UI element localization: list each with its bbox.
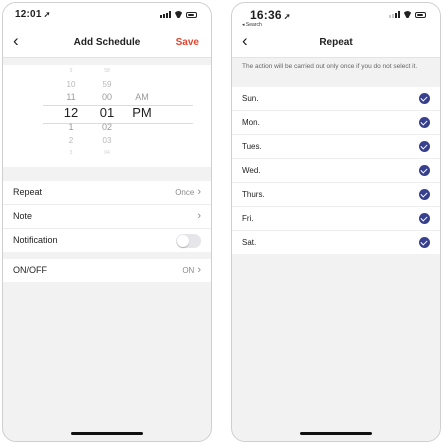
notification-label: Notification: [13, 235, 58, 245]
battery-icon: [415, 12, 426, 18]
status-icons: [160, 11, 197, 18]
hour-option[interactable]: 3: [59, 147, 83, 160]
meridiem-option: [129, 147, 155, 160]
repeat-value: Once ›: [175, 186, 201, 198]
minute-option[interactable]: 59: [95, 78, 119, 91]
wifi-icon: [403, 11, 412, 18]
hour-wheel[interactable]: 9 10 11 12 1 2 3: [59, 65, 83, 160]
nav-bar: ‹ Add Schedule Save: [3, 29, 211, 58]
status-time: 12:01 ➚: [15, 9, 51, 20]
note-value: ›: [194, 205, 201, 228]
day-row-sun[interactable]: Sun.: [232, 87, 440, 111]
hour-selected[interactable]: 12: [59, 104, 83, 121]
checkmark-icon[interactable]: [419, 237, 430, 248]
checkmark-icon[interactable]: [419, 117, 430, 128]
day-label: Thurs.: [242, 190, 265, 199]
meridiem-option: [129, 78, 155, 91]
page-title: Repeat: [319, 37, 353, 48]
status-time: 16:36 ➚: [250, 8, 291, 22]
location-arrow-icon: ➚: [43, 10, 51, 19]
notification-row: Notification: [3, 229, 211, 252]
home-indicator[interactable]: [300, 432, 372, 435]
day-label: Mon.: [242, 118, 260, 127]
meridiem-selected[interactable]: PM: [129, 104, 155, 121]
hour-option[interactable]: 9: [59, 65, 83, 78]
day-label: Fri.: [242, 214, 254, 223]
minute-option[interactable]: 00: [95, 91, 119, 104]
minute-selected[interactable]: 01: [95, 104, 119, 121]
day-row-wed[interactable]: Wed.: [232, 159, 440, 183]
meridiem-option: [129, 134, 155, 147]
onoff-label: ON/OFF: [13, 265, 47, 275]
onoff-value: ON ›: [182, 264, 201, 276]
onoff-row[interactable]: ON/OFF ON ›: [3, 259, 211, 282]
hour-option[interactable]: 10: [59, 78, 83, 91]
day-row-sat[interactable]: Sat.: [232, 231, 440, 254]
signal-icon: [160, 11, 171, 18]
repeat-label: Repeat: [13, 187, 43, 197]
status-bar: 16:36 ➚ ◂ Search: [232, 3, 440, 29]
add-schedule-screen: 12:01 ➚ ‹ Add Schedule Save 9 10 11 12 1 …: [2, 2, 212, 442]
hour-option[interactable]: 2: [59, 134, 83, 147]
note-row[interactable]: Note ›: [3, 205, 211, 229]
battery-icon: [186, 12, 197, 18]
day-label: Wed.: [242, 166, 261, 175]
minute-option[interactable]: 58: [95, 65, 119, 78]
day-row-tue[interactable]: Tues.: [232, 135, 440, 159]
minute-wheel[interactable]: 58 59 00 01 02 03 04: [95, 65, 119, 160]
status-icons: [389, 11, 426, 18]
hour-option[interactable]: 1: [59, 121, 83, 134]
minute-option[interactable]: 04: [95, 147, 119, 160]
meridiem-wheel[interactable]: AM PM: [129, 65, 155, 160]
status-bar: 12:01 ➚: [3, 3, 211, 29]
day-label: Tues.: [242, 142, 262, 151]
note-label: Note: [13, 211, 33, 221]
repeat-row[interactable]: Repeat Once ›: [3, 181, 211, 205]
day-label: Sat.: [242, 238, 257, 247]
location-arrow-icon: ➚: [283, 12, 291, 21]
checkmark-icon[interactable]: [419, 213, 430, 224]
chevron-right-icon: ›: [197, 186, 201, 198]
checkmark-icon[interactable]: [419, 189, 430, 200]
notification-toggle[interactable]: [176, 234, 201, 248]
time-picker[interactable]: 9 10 11 12 1 2 3 58 59 00 01 02 03 04 AM…: [3, 65, 211, 167]
onoff-list: ON/OFF ON ›: [3, 259, 211, 282]
repeat-hint: The action will be carried out only once…: [242, 63, 418, 70]
checkmark-icon[interactable]: [419, 165, 430, 176]
nav-bar: ‹ Repeat: [232, 29, 440, 58]
meridiem-option: [129, 65, 155, 78]
checkmark-icon[interactable]: [419, 141, 430, 152]
repeat-screen: 16:36 ➚ ◂ Search ‹ Repeat The action will…: [231, 2, 441, 442]
signal-icon: [389, 11, 400, 18]
save-button[interactable]: Save: [176, 37, 199, 48]
chevron-right-icon: ›: [197, 264, 201, 276]
back-to-search-link[interactable]: ◂ Search: [242, 22, 262, 28]
day-row-fri[interactable]: Fri.: [232, 207, 440, 231]
meridiem-option[interactable]: AM: [129, 91, 155, 104]
hour-option[interactable]: 11: [59, 91, 83, 104]
minute-option[interactable]: 02: [95, 121, 119, 134]
home-indicator[interactable]: [71, 432, 143, 435]
day-row-mon[interactable]: Mon.: [232, 111, 440, 135]
chevron-right-icon: ›: [197, 210, 201, 222]
schedule-settings-list: Repeat Once › Note › Notification: [3, 181, 211, 252]
day-list: Sun. Mon. Tues. Wed. Thurs. Fri. Sat.: [232, 87, 440, 254]
checkmark-icon[interactable]: [419, 93, 430, 104]
meridiem-option: [129, 121, 155, 134]
day-row-thu[interactable]: Thurs.: [232, 183, 440, 207]
minute-option[interactable]: 03: [95, 134, 119, 147]
wifi-icon: [174, 11, 183, 18]
day-label: Sun.: [242, 94, 259, 103]
